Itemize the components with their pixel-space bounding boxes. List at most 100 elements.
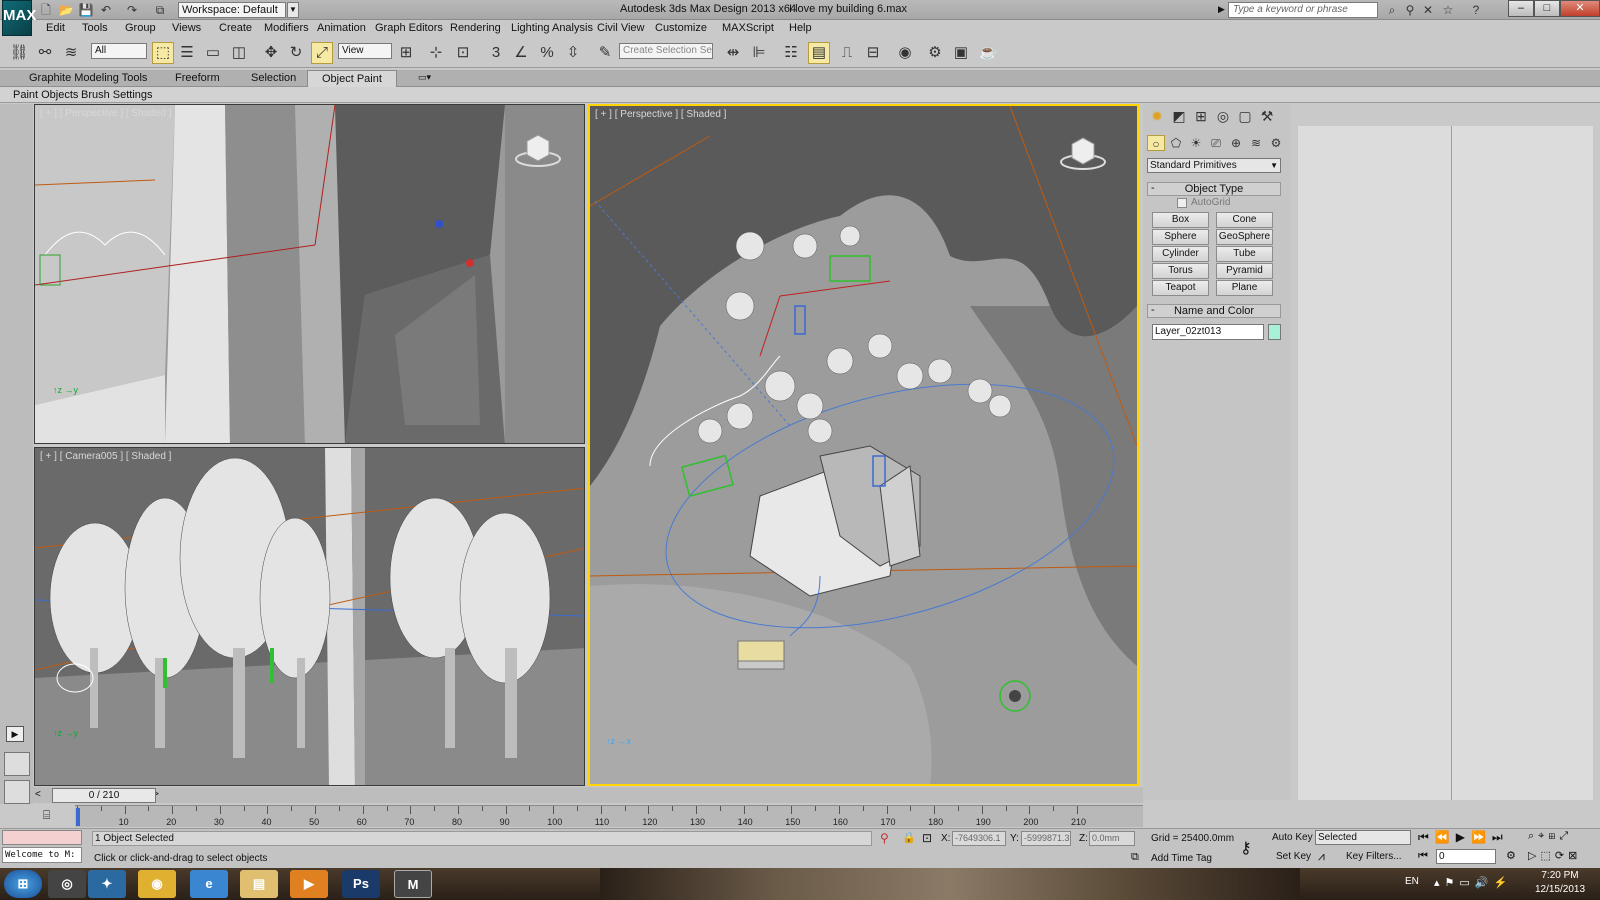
mini-curve-editor-icon[interactable]: ⌸ [43, 808, 59, 824]
time-slider[interactable]: 0 / 210 [52, 788, 156, 803]
helpers-icon[interactable]: ⊕ [1227, 135, 1245, 151]
reference-coordinate-dropdown[interactable]: View [338, 43, 392, 59]
viewport-perspective-main[interactable]: [ + ] [ Perspective ] [ Shaded ] ↑z →x [588, 104, 1139, 786]
motion-tab-icon[interactable]: ◎ [1213, 107, 1233, 125]
menu-group[interactable]: Group [125, 22, 156, 34]
select-manipulate-icon[interactable]: ⊹ [425, 42, 447, 64]
cylinder-button[interactable]: Cylinder [1152, 246, 1209, 262]
3dsmax-taskbar-icon[interactable]: M [394, 870, 432, 898]
curve-editor-icon[interactable]: ⎍ [836, 42, 858, 64]
close-button[interactable]: ✕ [1560, 0, 1600, 17]
autogrid-checkbox[interactable] [1177, 198, 1187, 208]
selection-lock-icon[interactable]: 🔒 [902, 831, 916, 844]
tube-button[interactable]: Tube [1216, 246, 1273, 262]
angle-snap-icon[interactable]: ∠ [510, 42, 532, 64]
panel-paint-objects[interactable]: Paint Objects [13, 89, 78, 101]
menu-maxscript[interactable]: MAXScript [722, 22, 774, 34]
selection-filter-dropdown[interactable]: All [91, 43, 147, 59]
spinner-snap-icon[interactable]: ⇳ [562, 42, 584, 64]
sphere-button[interactable]: Sphere [1152, 229, 1209, 245]
material-editor-icon[interactable]: ◉ [894, 42, 916, 64]
rendered-frame-window-icon[interactable]: ▣ [950, 42, 972, 64]
menu-lighting-analysis[interactable]: Lighting Analysis [511, 22, 593, 34]
viewport-label[interactable]: [ + ] [ Perspective ] [ Shaded ] [595, 109, 726, 120]
viewport-layout-alt-icon[interactable] [4, 780, 30, 804]
geosphere-button[interactable]: GeoSphere [1216, 229, 1273, 245]
tab-freeform[interactable]: Freeform [175, 72, 220, 84]
snaps-toggle-icon[interactable]: 3 [485, 42, 507, 64]
expand-search-icon[interactable]: ▶ [1218, 4, 1225, 15]
language-indicator[interactable]: EN [1405, 876, 1419, 887]
new-file-icon[interactable]: 🗋 [38, 2, 54, 18]
create-tab-icon[interactable]: ✹ [1147, 107, 1167, 125]
link-icon[interactable]: ⛓ [8, 42, 30, 64]
undo-icon[interactable]: ↶ [98, 2, 114, 18]
move-icon[interactable]: ✥ [260, 42, 282, 64]
window-crossing-icon[interactable]: ◫ [228, 42, 250, 64]
key-filters-button[interactable]: Key Filters... [1346, 851, 1402, 862]
hierarchy-tab-icon[interactable]: ⊞ [1191, 107, 1211, 125]
add-time-tag-button[interactable]: Add Time Tag [1151, 853, 1212, 864]
tab-selection[interactable]: Selection [251, 72, 296, 84]
space-warps-icon[interactable]: ≋ [1247, 135, 1265, 151]
time-configuration-icon[interactable]: ⚙ [1506, 849, 1516, 862]
communication-icon[interactable]: ✕ [1420, 2, 1436, 18]
absolute-mode-icon[interactable]: ⊡ [922, 831, 932, 845]
clock-date[interactable]: 12/15/2013 [1530, 884, 1590, 895]
prev-frame-arrow-icon[interactable]: < [35, 789, 41, 800]
name-and-color-rollout[interactable]: - Name and Color [1147, 304, 1281, 318]
subscription-icon[interactable]: ⚲ [1402, 2, 1418, 18]
isolate-selection-icon[interactable]: ⚲ [880, 831, 889, 845]
named-selection-set-dropdown[interactable]: Create Selection Se [619, 43, 713, 59]
modify-tab-icon[interactable]: ◩ [1169, 107, 1189, 125]
binoculars-icon[interactable]: ⌕ [1384, 2, 1400, 18]
internet-explorer-icon[interactable]: e [190, 870, 228, 898]
ribbon-options-icon[interactable]: ▭▾ [418, 72, 431, 83]
maxscript-listener-output[interactable] [2, 830, 82, 845]
open-file-icon[interactable]: 📂 [58, 2, 74, 18]
graphite-ribbon-icon[interactable]: ▤ [808, 42, 830, 64]
set-key-button[interactable]: Set Key [1276, 851, 1311, 862]
file-explorer-icon[interactable]: ▤ [240, 870, 278, 898]
unlink-icon[interactable]: ⚯ [34, 42, 56, 64]
align-icon[interactable]: ⊫ [748, 42, 770, 64]
viewport-layout-icon[interactable] [4, 752, 30, 776]
object-type-rollout[interactable]: - Object Type [1147, 182, 1281, 196]
redo-icon[interactable]: ↷ [124, 2, 140, 18]
edit-named-selection-icon[interactable]: ✎ [594, 42, 616, 64]
time-tag-icon[interactable]: ⧉ [1131, 851, 1139, 864]
y-coordinate-field[interactable]: -5999871.3 [1021, 831, 1071, 846]
tab-object-paint[interactable]: Object Paint [307, 70, 397, 87]
utilities-tab-icon[interactable]: ⚒ [1257, 107, 1277, 125]
percent-snap-icon[interactable]: % [536, 42, 558, 64]
current-frame-field[interactable]: 0 [1436, 849, 1496, 864]
media-center-icon[interactable]: ◎ [48, 870, 86, 898]
rectangular-selection-icon[interactable]: ▭ [202, 42, 224, 64]
systems-icon[interactable]: ⚙ [1267, 135, 1285, 151]
pyramid-button[interactable]: Pyramid [1216, 263, 1273, 279]
menu-animation[interactable]: Animation [317, 22, 366, 34]
viewcube-icon[interactable] [1058, 132, 1108, 172]
keyboard-shortcut-override-icon[interactable]: ⊡ [452, 42, 474, 64]
teapot-button[interactable]: Teapot [1152, 280, 1209, 296]
viewcube-icon[interactable] [513, 129, 563, 169]
shapes-icon[interactable]: ⬠ [1167, 135, 1185, 151]
mirror-icon[interactable]: ⇹ [722, 42, 744, 64]
help-icon[interactable]: ? [1468, 2, 1484, 18]
viewport-label[interactable]: [ + ] [ Perspective ] [ Shaded ] [40, 108, 171, 119]
cone-button[interactable]: Cone [1216, 212, 1273, 228]
menu-help[interactable]: Help [789, 22, 812, 34]
play-icon[interactable]: ▶ [6, 726, 24, 742]
media-player-icon[interactable]: ▶ [290, 870, 328, 898]
cameras-icon[interactable]: ⎚ [1207, 135, 1225, 151]
menu-create[interactable]: Create [219, 22, 252, 34]
system-tray-icons[interactable]: ▴⚑▭🔊⚡ [1434, 876, 1512, 889]
menu-tools[interactable]: Tools [82, 22, 108, 34]
scale-icon[interactable]: ⤢ [311, 42, 333, 64]
panel-brush-settings[interactable]: Brush Settings [81, 89, 153, 101]
search-input[interactable]: Type a keyword or phrase [1228, 2, 1378, 18]
key-mode-toggle-icon[interactable]: ⏮ [1418, 850, 1428, 863]
playback-controls[interactable]: ⏮⏪▶⏩⏭ [1418, 830, 1509, 845]
torus-button[interactable]: Torus [1152, 263, 1209, 279]
menu-civil-view[interactable]: Civil View [597, 22, 644, 34]
